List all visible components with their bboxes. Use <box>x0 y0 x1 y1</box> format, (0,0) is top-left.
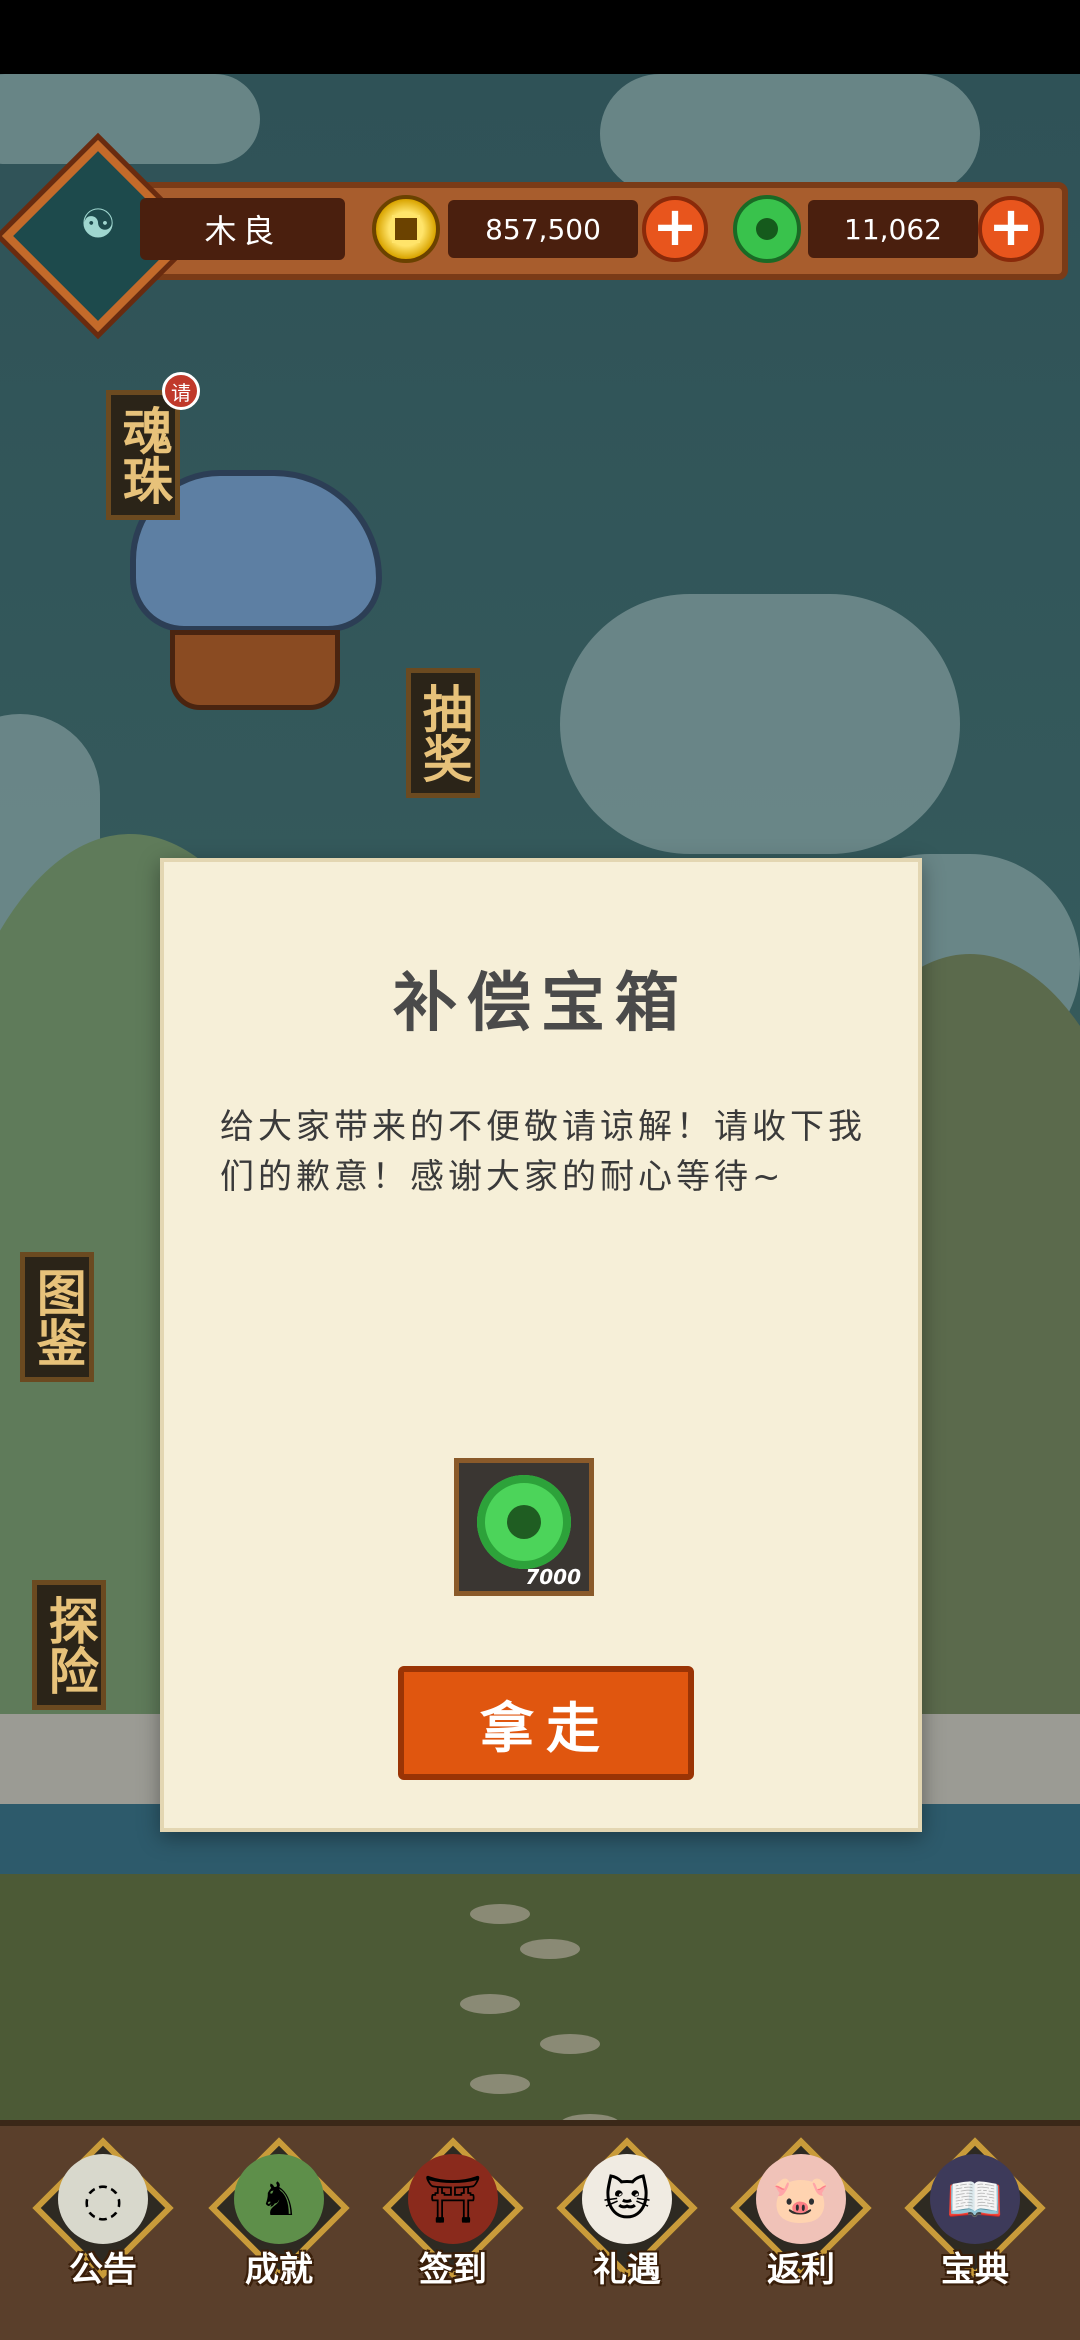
lottery-label: 抽奖 <box>414 683 473 783</box>
nav-label-announcement: 公告 <box>69 2250 137 2290</box>
add-gold-button[interactable]: + <box>642 196 708 262</box>
soul-bead-label: 魂珠 <box>114 405 173 505</box>
explore-label: 探险 <box>40 1595 99 1695</box>
nav-item-rebate[interactable]: 🐷 返利 <box>726 2137 876 2298</box>
compensation-dialog: 补偿宝箱 给大家带来的不便敬请谅解！请收下我们的歉意！感谢大家的耐心等待~ 70… <box>160 858 922 1832</box>
nav-item-announcement[interactable]: ◌ 公告 <box>28 2137 178 2298</box>
gold-amount: 857,500 <box>448 200 638 258</box>
player-name: 木良 <box>140 198 345 260</box>
jade-ring-icon <box>733 195 801 263</box>
add-jade-button[interactable]: + <box>978 196 1044 262</box>
airship-basket-decoration <box>170 630 340 710</box>
soul-bead-banner[interactable]: 魂珠 <box>106 390 180 520</box>
jade-ring-icon <box>477 1475 571 1569</box>
nav-item-achievement[interactable]: ♞ 成就 <box>204 2137 354 2298</box>
nav-label-checkin: 签到 <box>419 2250 487 2290</box>
nav-item-codex[interactable]: 📖 宝典 <box>900 2137 1050 2298</box>
dialog-title: 补偿宝箱 <box>393 967 689 1041</box>
pagoda-icon: ☯ <box>80 201 116 248</box>
reward-item[interactable]: 7000 <box>454 1458 594 1596</box>
nav-item-checkin[interactable]: ⛩ 签到 <box>378 2137 528 2298</box>
gold-coin-icon <box>372 195 440 263</box>
nav-label-rebate: 返利 <box>767 2250 835 2290</box>
jade-amount: 11,062 <box>808 200 978 258</box>
lucky-cat-icon: 🐱 <box>582 2154 672 2244</box>
reward-quantity: 7000 <box>525 1565 581 1589</box>
nav-label-gifts: 礼遇 <box>593 2250 661 2290</box>
nav-item-gifts[interactable]: 🐱 礼遇 <box>552 2137 702 2298</box>
lottery-banner[interactable]: 抽奖 <box>406 668 480 798</box>
gate-icon: ⛩ <box>408 2154 498 2244</box>
atlas-banner[interactable]: 图鉴 <box>20 1252 94 1382</box>
dragon-icon: ♞ <box>234 2154 324 2244</box>
book-icon: 📖 <box>930 2154 1020 2244</box>
soul-bead-notification-badge: 请 <box>162 372 200 410</box>
nav-label-achievement: 成就 <box>245 2250 313 2290</box>
explore-banner[interactable]: 探险 <box>32 1580 106 1710</box>
status-bar <box>0 0 1080 74</box>
atlas-label: 图鉴 <box>28 1267 87 1367</box>
dialog-message: 给大家带来的不便敬请谅解！请收下我们的歉意！感谢大家的耐心等待~ <box>220 1107 866 1197</box>
nav-label-codex: 宝典 <box>941 2250 1009 2290</box>
take-button[interactable]: 拿走 <box>398 1666 694 1780</box>
pig-icon: 🐷 <box>756 2154 846 2244</box>
bowl-icon: ◌ <box>58 2154 148 2244</box>
